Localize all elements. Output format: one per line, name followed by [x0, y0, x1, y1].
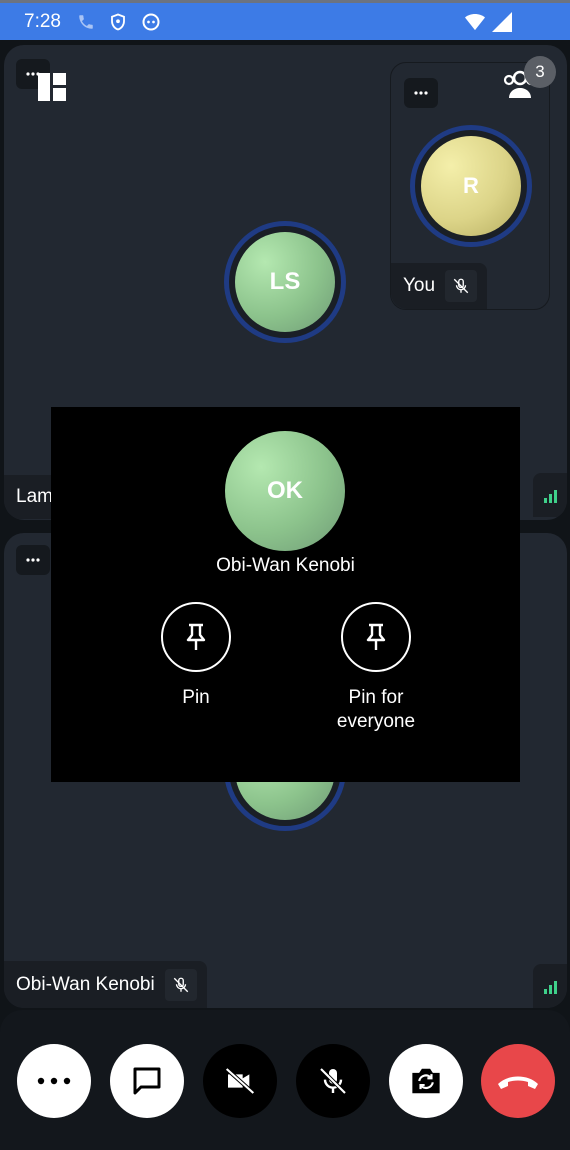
chat-button[interactable]	[110, 1044, 184, 1118]
participant-name: Lam	[16, 486, 53, 507]
signal-strength-icon	[533, 964, 567, 1008]
call-icon	[77, 13, 95, 31]
pin-label: Pin	[182, 687, 210, 708]
overlay-participant-name: Obi-Wan Kenobi	[216, 555, 355, 576]
chat-icon	[133, 1067, 161, 1095]
participant-count-badge: 3	[524, 56, 556, 88]
pin-for-everyone-label: Pin for everyone	[336, 687, 416, 732]
hang-up-button[interactable]	[481, 1044, 555, 1118]
self-name-tag: You	[391, 263, 488, 309]
more-options-button[interactable]	[17, 1044, 91, 1118]
avatar: R	[410, 125, 532, 247]
more-icon	[37, 1077, 71, 1085]
signal-strength-icon	[533, 473, 567, 517]
cat-icon	[141, 12, 161, 32]
avatar-initials: R	[421, 136, 521, 236]
toggle-video-button[interactable]	[203, 1044, 277, 1118]
participant-menu-overlay: OK Obi-Wan Kenobi Pin Pin for everyone	[51, 407, 520, 782]
mic-off-icon	[164, 968, 197, 1001]
toggle-mic-button[interactable]	[296, 1044, 370, 1118]
participant-name-tag: Obi-Wan Kenobi	[4, 961, 207, 1008]
mic-off-icon	[319, 1067, 347, 1095]
status-bar: 7:28	[0, 0, 570, 40]
pin-button[interactable]: Pin	[106, 602, 286, 710]
participant-name: Obi-Wan Kenobi	[16, 973, 155, 995]
switch-camera-icon	[412, 1068, 440, 1094]
overlay-avatar: OK	[225, 431, 345, 551]
hang-up-icon	[498, 1076, 538, 1089]
layout-icon[interactable]	[38, 73, 66, 106]
status-time: 7:28	[24, 10, 61, 32]
wifi-icon	[464, 12, 486, 38]
self-name: You	[403, 275, 436, 296]
avatar: LS	[224, 221, 346, 343]
shield-icon	[109, 12, 127, 32]
avatar-initials: LS	[235, 232, 335, 332]
mic-off-icon	[445, 270, 478, 302]
video-off-icon	[225, 1067, 255, 1095]
tile-more-button[interactable]	[16, 545, 50, 575]
self-more-button[interactable]	[404, 78, 438, 108]
call-controls-bar	[0, 1010, 570, 1150]
pin-icon	[341, 602, 411, 672]
switch-camera-button[interactable]	[389, 1044, 463, 1118]
pin-icon	[161, 602, 231, 672]
pin-for-everyone-button[interactable]: Pin for everyone	[286, 602, 466, 734]
participants-button[interactable]: 3	[500, 56, 556, 107]
cell-signal-icon	[492, 12, 512, 38]
